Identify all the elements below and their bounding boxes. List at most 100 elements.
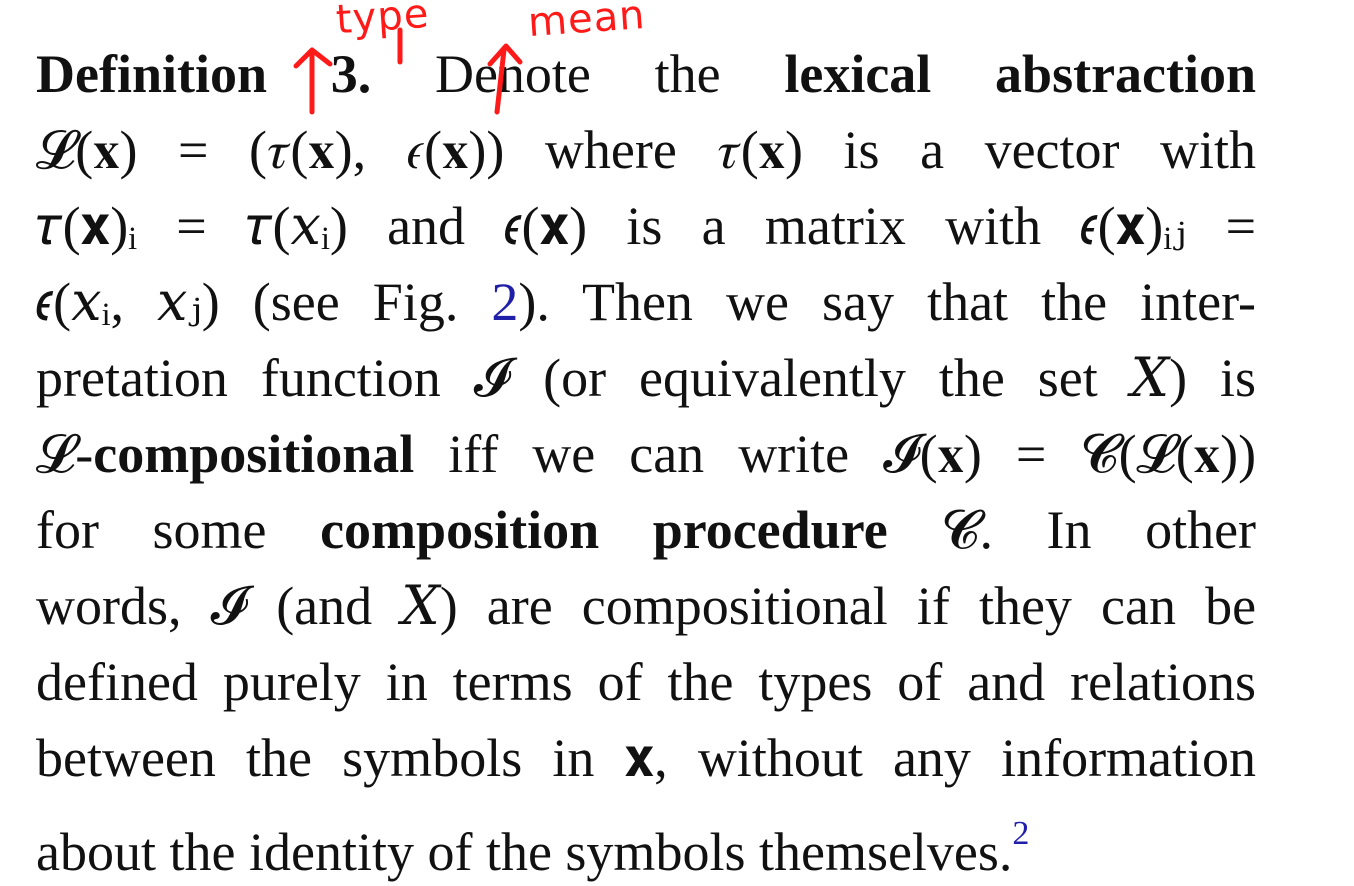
word: 𝓘(𝐱) = 𝓒(𝓛(𝐱)) [883, 424, 1257, 484]
word: say [822, 272, 894, 332]
word: purely [222, 652, 361, 712]
word: and [967, 652, 1046, 712]
paragraph-line: for some composition procedure 𝓒. In oth… [36, 492, 1256, 568]
word: symbols [565, 822, 746, 882]
paragraph-line: between the symbols in 𝐱, without any in… [36, 720, 1256, 796]
word: matrix [764, 196, 906, 256]
paragraph-line: defined purely in terms of the types of … [36, 644, 1256, 720]
word: without [697, 728, 863, 788]
word: 𝓘 [473, 348, 511, 408]
word: 𝓒. [941, 500, 993, 560]
word: of [897, 652, 943, 712]
word: identity [248, 822, 414, 882]
word: iff [448, 424, 499, 484]
word: vector [984, 120, 1120, 180]
word: with [945, 196, 1042, 256]
word: equivalently [639, 348, 906, 408]
word: (see [252, 272, 340, 332]
word: the [1041, 272, 1108, 332]
word: write [738, 424, 850, 484]
word: are [486, 576, 553, 636]
word: themselves. [758, 822, 1013, 882]
word: (and [276, 576, 373, 636]
word: is [1219, 348, 1257, 408]
word: that [927, 272, 1009, 332]
word: 𝜖(𝑥ᵢ, 𝑥ⱼ) [36, 272, 220, 332]
word: and [387, 196, 466, 256]
word: the [169, 822, 236, 882]
word: symbols [342, 728, 523, 788]
word: in [552, 728, 595, 788]
word: with [1160, 120, 1257, 180]
word: compositional [581, 576, 888, 636]
word: the [654, 44, 721, 104]
footnote-marker[interactable]: 2 [1012, 815, 1029, 852]
word: between [36, 728, 216, 788]
word: the [938, 348, 1005, 408]
word: can [1101, 576, 1176, 636]
word: can [629, 424, 705, 484]
word: of [427, 822, 473, 882]
word: 𝜖(𝐱)ᵢⱼ = [1080, 196, 1257, 256]
word: they [978, 576, 1072, 636]
word: if [916, 576, 950, 636]
word: we [725, 272, 789, 332]
paragraph-line: 𝜏(𝐱)ᵢ = 𝜏(𝑥ᵢ) and 𝜖(𝐱) is a matrix with … [36, 188, 1256, 264]
word: defined [36, 652, 198, 712]
bold-term: compositional [93, 424, 415, 484]
word: 𝜏(𝐱)ᵢ = 𝜏(𝑥ᵢ) [36, 196, 348, 256]
word: 𝜖(𝐱) [504, 196, 588, 256]
word: is [843, 120, 880, 180]
word: In [1046, 500, 1092, 560]
word: inter- [1140, 272, 1257, 332]
paragraph-line: words, 𝓘 (and 𝑋) are compositional if th… [36, 568, 1256, 644]
word: where [544, 120, 677, 180]
word: terms [452, 652, 573, 712]
word: the [246, 728, 313, 788]
word: in [385, 652, 428, 712]
document-page: Definition 3. Denote the lexical abstrac… [0, 0, 1354, 886]
word: the [667, 652, 734, 712]
bold-term: procedure [652, 500, 888, 560]
bold-term: composition [320, 500, 600, 560]
word: any [892, 728, 971, 788]
figure-reference-link[interactable]: 2 [491, 272, 518, 332]
word: function [260, 348, 441, 408]
word: 𝐱, [624, 728, 668, 788]
word: 𝑋) [401, 576, 458, 636]
word: 𝓛- [36, 424, 94, 484]
word: words, [36, 576, 182, 636]
bold-term: lexical [784, 44, 932, 104]
word: 𝓘 [210, 576, 248, 636]
paragraph-line: 𝓛-compositional iff we can write 𝓘(𝐱) = … [36, 416, 1256, 492]
word: pretation [36, 348, 228, 408]
word: some [152, 500, 267, 560]
word: about [36, 822, 156, 882]
word: relations [1070, 652, 1257, 712]
word: a [701, 196, 726, 256]
word: (or [543, 348, 607, 408]
word: we [532, 424, 596, 484]
definition-3-paragraph: Definition 3. Denote the lexical abstrac… [36, 36, 1257, 882]
word: be [1205, 576, 1257, 636]
word: is [626, 196, 663, 256]
bold-term: abstraction [995, 44, 1257, 104]
word: Fig. [372, 272, 459, 332]
paragraph-line: 𝓛(𝐱) = (𝜏(𝐱), 𝜖(𝐱)) where 𝜏(𝐱) is a vect… [36, 112, 1256, 188]
word: other [1145, 500, 1257, 560]
word: information [1001, 728, 1257, 788]
word: a [920, 120, 945, 180]
word: 𝓛(𝐱) = (𝜏(𝐱), 𝜖(𝐱)) [36, 120, 505, 180]
word: Then [581, 272, 693, 332]
word: types [758, 652, 873, 712]
punctuation: ). [518, 272, 550, 332]
paragraph-line: about the identity of the symbols themse… [36, 796, 1256, 882]
word: 𝑋) [1130, 348, 1188, 408]
word: of [597, 652, 643, 712]
word: set [1037, 348, 1098, 408]
bold-term: Definition 3. [36, 44, 372, 104]
word: for [36, 500, 99, 560]
paragraph-line: 𝜖(𝑥ᵢ, 𝑥ⱼ) (see Fig. 2). Then we say that… [36, 264, 1256, 340]
word: Denote [434, 44, 591, 104]
paragraph-line: pretation function 𝓘 (or equivalently th… [36, 340, 1256, 416]
